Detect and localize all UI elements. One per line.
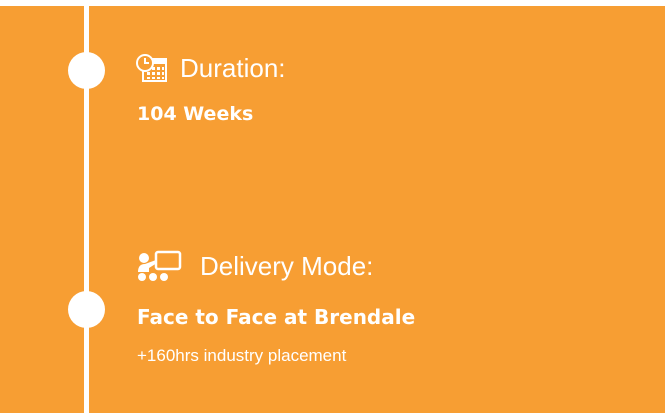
delivery-mode-heading: Delivery Mode:	[136, 246, 373, 286]
delivery-mode-note: +160hrs industry placement	[137, 346, 347, 365]
duration-label: Duration:	[180, 52, 286, 83]
duration-heading: Duration:	[136, 48, 286, 88]
duration-value: 104 Weeks	[137, 103, 254, 125]
timeline-dot-delivery	[68, 291, 105, 328]
calendar-clock-icon	[136, 52, 172, 84]
delivery-mode-label: Delivery Mode:	[200, 250, 374, 281]
classroom-presentation-icon	[136, 250, 186, 282]
course-info-panel: Duration: 104 Weeks Delivery Mode: Face …	[0, 6, 665, 413]
timeline-dot-duration	[68, 52, 105, 89]
delivery-mode-value: Face to Face at Brendale	[137, 305, 416, 329]
